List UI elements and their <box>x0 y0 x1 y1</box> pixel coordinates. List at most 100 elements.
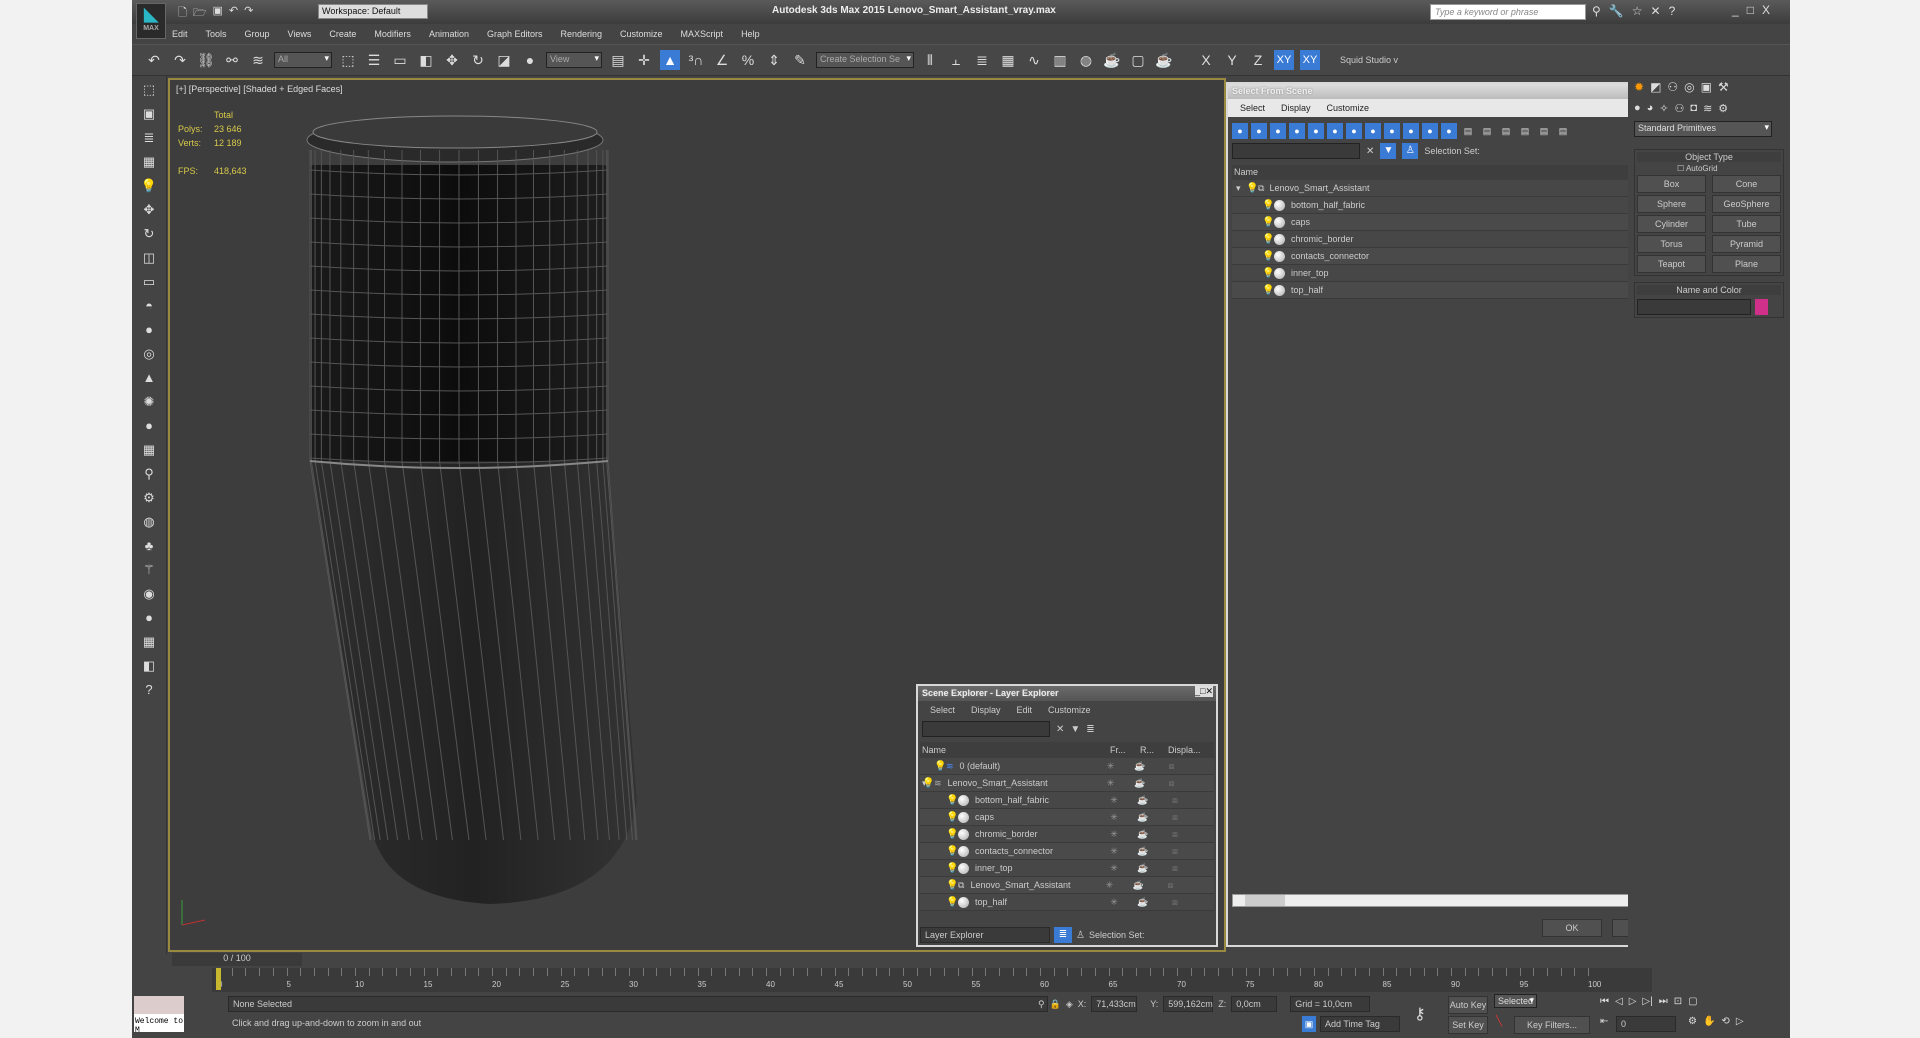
zoom-extents-icon[interactable]: ⊡ <box>1674 996 1682 1007</box>
axis-x-button[interactable]: X <box>1196 50 1216 70</box>
table-row[interactable]: 💡 ≋ 0 (default) ✳ ☕ ⧈ <box>920 758 1214 775</box>
menu-help[interactable]: Help <box>741 29 760 39</box>
freeze-icon[interactable]: ✳ <box>1099 863 1129 874</box>
filter-icon[interactable]: ▼ <box>1380 143 1397 159</box>
lock-icon[interactable]: 🔒 <box>1050 999 1061 1010</box>
selection-set-label[interactable]: Selection Set: <box>1424 146 1480 156</box>
named-selection-sets-dropdown[interactable]: Create Selection Se <box>816 52 914 68</box>
filter-type-icon[interactable]: ● <box>1422 123 1438 139</box>
lightbulb-icon[interactable]: 💡 <box>946 897 958 908</box>
menu-edit[interactable]: Edit <box>172 29 188 39</box>
lightbulb-icon[interactable]: 💡 <box>946 880 958 891</box>
axis-y-button[interactable]: Y <box>1222 50 1242 70</box>
menu-customize[interactable]: Customize <box>620 29 663 39</box>
hierarchy-icon[interactable]: ♙ <box>1402 143 1419 159</box>
filter-type-icon[interactable]: ▤ <box>1555 123 1571 139</box>
set-keys-key-icon[interactable]: ⚷ <box>1414 1004 1426 1024</box>
filter-type-icon[interactable]: ● <box>1308 123 1324 139</box>
scale-icon[interactable]: ◪ <box>494 50 514 70</box>
box-icon[interactable]: ▭ <box>139 274 159 292</box>
primitive-geosphere-button[interactable]: GeoSphere <box>1712 195 1781 213</box>
filter-type-icon[interactable]: ▤ <box>1460 123 1476 139</box>
align-icon[interactable]: ⫠ <box>946 50 966 70</box>
lightbulb-icon[interactable]: 💡 <box>1262 285 1274 296</box>
key-mode-dropdown[interactable]: Selected <box>1494 994 1538 1008</box>
column-render[interactable]: R... <box>1140 745 1168 755</box>
star-icon[interactable]: ☆ <box>1632 4 1643 18</box>
render-teapot-icon[interactable]: ☕ <box>1129 863 1157 874</box>
render-teapot-icon[interactable]: ☕ <box>1126 761 1154 772</box>
spacewarps-icon[interactable]: ≋ <box>1703 102 1712 115</box>
absolute-mode-icon[interactable]: ◈ <box>1066 999 1073 1010</box>
sphere-icon[interactable]: ● <box>139 322 159 340</box>
lightbulb-icon[interactable]: 💡 <box>946 795 958 806</box>
display-box-icon[interactable]: ⧈ <box>1152 880 1188 891</box>
table-row[interactable]: ▾ 💡 ≋ Lenovo_Smart_Assistant ✳ ☕ ⧈ <box>920 775 1214 792</box>
primitive-plane-button[interactable]: Plane <box>1712 255 1781 273</box>
geometry-icon[interactable]: ● <box>1634 102 1641 115</box>
hierarchy-tab-icon[interactable]: ⚇ <box>1667 80 1678 94</box>
table-row[interactable]: 💡 bottom_half_fabric ✳ ☕ ⧈ <box>920 792 1214 809</box>
hemisphere-icon[interactable]: ◓ <box>139 298 159 316</box>
globe-icon[interactable]: ◍ <box>139 514 159 532</box>
filter-type-icon[interactable]: ▤ <box>1517 123 1533 139</box>
pan-icon[interactable]: ✋ <box>1703 1016 1715 1027</box>
render-teapot-icon[interactable]: ☕ <box>1129 829 1157 840</box>
render-setup-icon[interactable]: ☕ <box>1102 50 1122 70</box>
rotate-icon[interactable]: ↻ <box>468 50 488 70</box>
undo-icon[interactable]: ↶ <box>144 50 164 70</box>
go-to-start-icon[interactable]: ⏮ <box>1600 996 1609 1007</box>
cone-icon[interactable]: ▲ <box>139 370 159 388</box>
menu-modifiers[interactable]: Modifiers <box>374 29 411 39</box>
menu-tools[interactable]: Tools <box>206 29 227 39</box>
pivot-icon[interactable]: ▤ <box>608 50 628 70</box>
menu-select[interactable]: Select <box>1240 103 1265 113</box>
render-teapot-icon[interactable]: ☕ <box>1124 880 1152 891</box>
ok-button[interactable]: OK <box>1542 919 1602 937</box>
sun-icon[interactable]: ✺ <box>139 394 159 412</box>
cameras-icon[interactable]: ⚇ <box>1675 102 1685 115</box>
torus-icon[interactable]: ◎ <box>139 346 159 364</box>
curve-editor-icon[interactable]: ∿ <box>1024 50 1044 70</box>
binoculars-icon[interactable]: ⚲ <box>1592 4 1601 18</box>
z-coordinate-field[interactable]: 0,0cm <box>1231 996 1278 1012</box>
primitive-category-dropdown[interactable]: Standard Primitives <box>1634 121 1772 137</box>
bind-spacewarp-icon[interactable]: ≋ <box>248 50 268 70</box>
axis-xy-snap-button[interactable]: XY <box>1300 50 1320 70</box>
helpers-icon[interactable]: ◘ <box>1690 102 1697 115</box>
lightbulb-icon[interactable]: 💡 <box>946 812 958 823</box>
exchange-icon[interactable]: ✕ <box>1651 4 1661 18</box>
filter-icon[interactable]: ▼ <box>1070 724 1080 735</box>
close-button[interactable]: X <box>1762 3 1770 17</box>
menu-views[interactable]: Views <box>288 29 312 39</box>
display-box-icon[interactable]: ⧈ <box>1157 795 1193 806</box>
maxscript-mini-listener[interactable]: Welcome to M <box>134 1014 184 1035</box>
ball-icon[interactable]: ● <box>139 610 159 628</box>
motion-tab-icon[interactable]: ◎ <box>1684 80 1694 94</box>
angle-snap-icon[interactable]: ∠ <box>712 50 732 70</box>
display-box-icon[interactable]: ⧈ <box>1154 761 1190 772</box>
plant-icon[interactable]: ♣ <box>139 538 159 556</box>
wrench-icon[interactable]: 🔧 <box>1609 4 1624 18</box>
mirror-icon[interactable]: ⫴ <box>920 50 940 70</box>
select-object-icon[interactable]: ⬚ <box>338 50 358 70</box>
freeze-icon[interactable]: ✳ <box>1099 829 1129 840</box>
create-tab-icon[interactable]: ✹ <box>1634 80 1644 94</box>
scale-icon[interactable]: ◫ <box>139 250 159 268</box>
layers-icon[interactable]: ≣ <box>1054 927 1072 943</box>
play-icon[interactable]: ▷ <box>1629 996 1637 1007</box>
object-type-rollout[interactable]: Object Type <box>1637 152 1781 162</box>
fov-icon[interactable]: ▷ <box>1736 1016 1744 1027</box>
freeze-icon[interactable]: ✳ <box>1099 846 1129 857</box>
isolate-icon[interactable]: ⚲ <box>1038 999 1045 1010</box>
checker-icon[interactable]: ▦ <box>139 634 159 652</box>
redo-icon[interactable]: ↷ <box>244 4 253 23</box>
render-teapot-icon[interactable]: ☕ <box>1129 812 1157 823</box>
edit-named-selection-icon[interactable]: ✎ <box>790 50 810 70</box>
filter-type-icon[interactable]: ● <box>1441 123 1457 139</box>
object-color-swatch[interactable] <box>1755 299 1768 315</box>
primitive-teapot-button[interactable]: Teapot <box>1637 255 1706 273</box>
orbit-icon[interactable]: ⟲ <box>1721 1016 1729 1027</box>
material-editor-icon[interactable]: ◍ <box>1076 50 1096 70</box>
sphere-gold-icon[interactable]: ● <box>139 418 159 436</box>
